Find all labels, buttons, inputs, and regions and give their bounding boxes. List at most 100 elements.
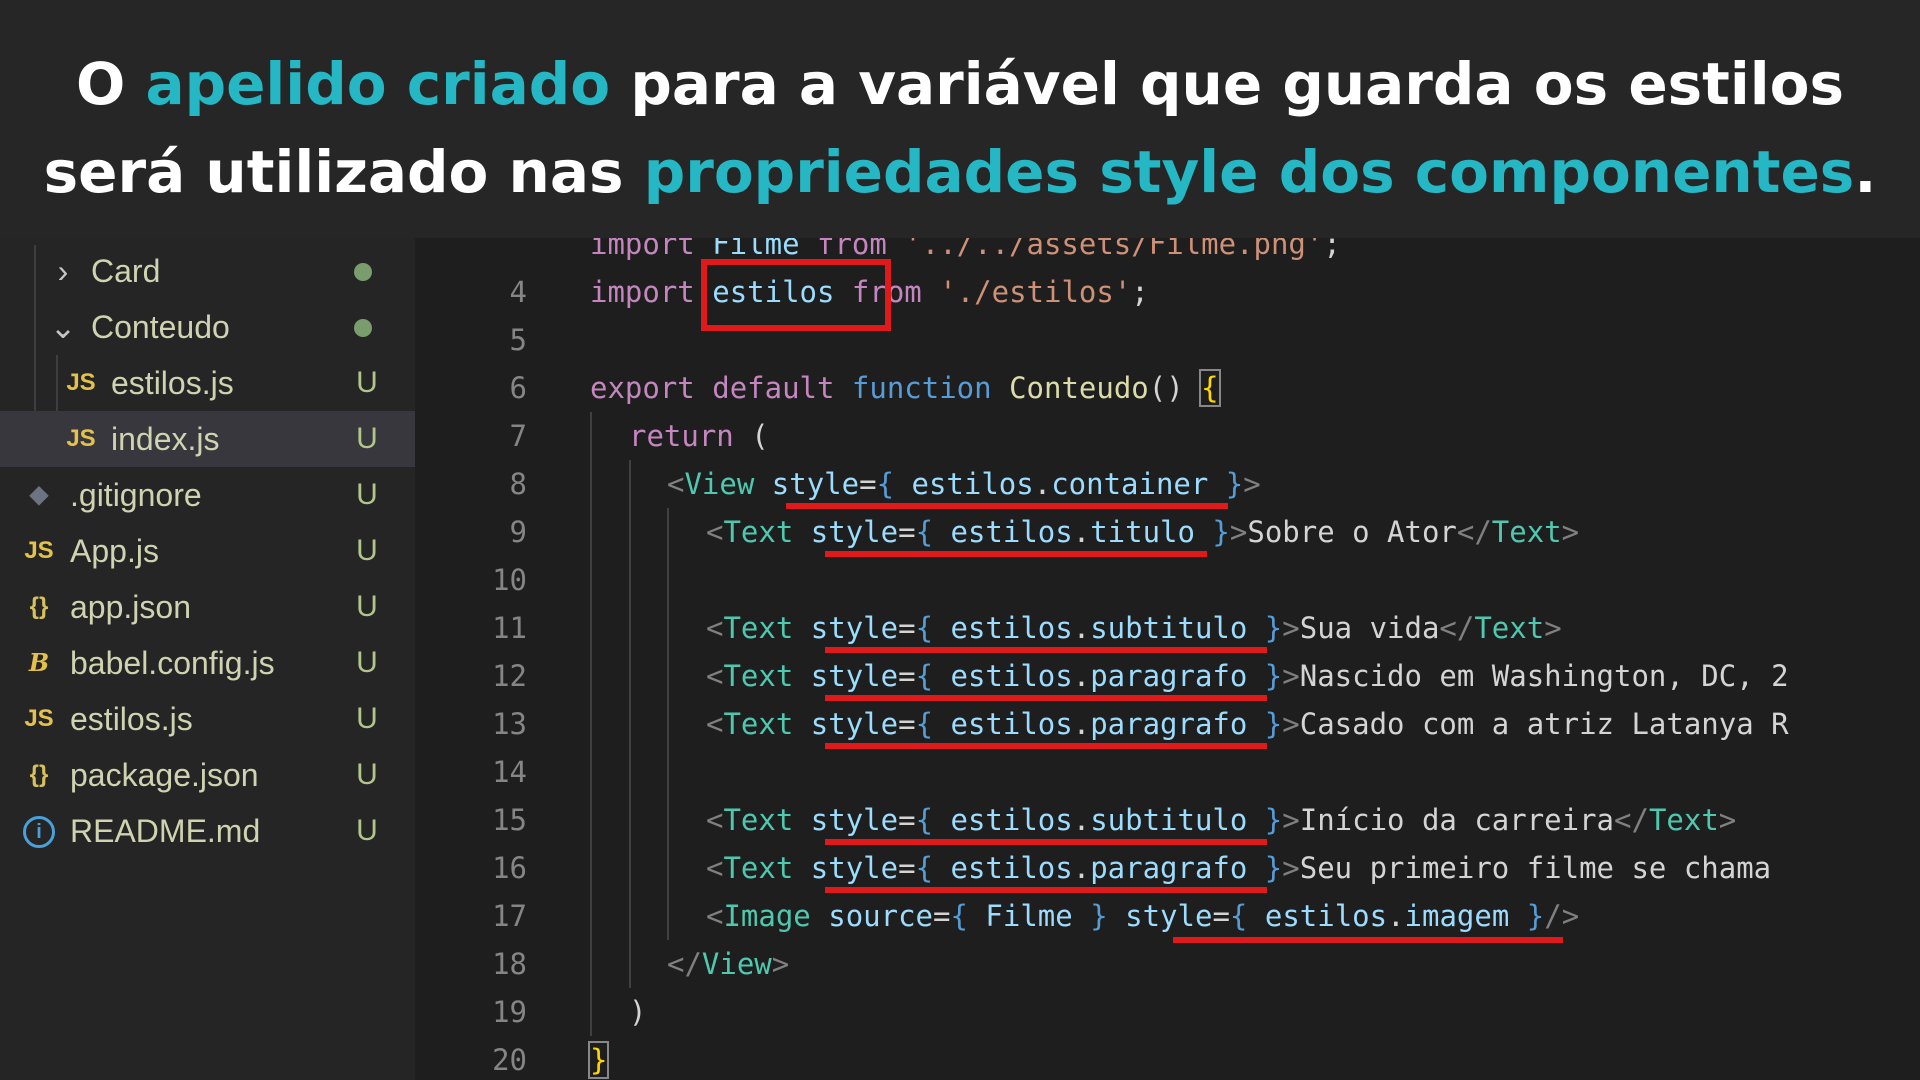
indent-guide — [590, 460, 592, 508]
equals: = — [933, 899, 951, 933]
indent-guide — [590, 700, 592, 748]
brace: { — [915, 611, 934, 645]
annotation-underline — [825, 695, 1267, 701]
explorer-file-babel-config[interactable]: B babel.config.js U — [0, 635, 415, 691]
indent-guide — [590, 748, 592, 796]
info-file-icon: i — [22, 803, 56, 859]
git-status-badge: U — [356, 590, 378, 623]
code-text: export default function Conteudo() { — [590, 364, 1221, 412]
js-file-icon: JS — [66, 425, 96, 452]
identifier-estilos: estilos — [950, 659, 1073, 693]
tag-bracket: > — [771, 947, 790, 981]
explorer-file-estilos-js[interactable]: JS estilos.js U — [0, 355, 415, 411]
attr-name: style — [810, 803, 899, 837]
brace: { — [915, 707, 934, 741]
indent-guide — [667, 604, 669, 652]
explorer-item-label: app.json — [70, 589, 191, 625]
brace: { — [950, 899, 968, 933]
property: subtitulo — [1090, 803, 1248, 837]
chevron-down-icon: ⌄ — [49, 309, 77, 345]
keyword-default: default — [712, 371, 835, 405]
caption-highlight: propriedades style dos componentes — [643, 138, 1855, 206]
tag-name: Text — [1491, 515, 1562, 549]
equals: = — [898, 659, 916, 693]
brace: { — [1229, 899, 1248, 933]
caption-banner: O apelido criado para a variável que gua… — [0, 0, 1920, 238]
explorer-item-label: App.js — [70, 533, 159, 569]
explorer-file-estilos-js-root[interactable]: JS estilos.js U — [0, 691, 415, 747]
jsx-text: Seu primeiro filme se chama — [1299, 851, 1789, 885]
tag-bracket: < — [706, 851, 724, 885]
code-line: 8 return ( — [415, 412, 1920, 501]
tag-bracket: > — [1282, 611, 1300, 645]
keyword-function: function — [851, 371, 992, 405]
property: paragrafo — [1090, 707, 1248, 741]
dot: . — [1072, 803, 1091, 837]
explorer-folder-card[interactable]: › Card — [0, 243, 415, 299]
caption-line-2: será utilizado nas propriedades style do… — [0, 128, 1920, 216]
explorer-folder-conteudo[interactable]: ⌄ Conteudo — [0, 299, 415, 355]
attr-name: style — [810, 707, 899, 741]
caption-highlight: apelido criado — [145, 50, 611, 118]
dot: . — [1033, 467, 1052, 501]
dot: . — [1072, 515, 1091, 549]
indent-guide — [590, 796, 592, 844]
indent-guide — [629, 460, 631, 508]
tag-bracket: > — [1544, 611, 1562, 645]
indent-guide — [590, 940, 592, 988]
indent-guide — [629, 604, 631, 652]
equals: = — [1212, 899, 1230, 933]
punctuation: ) — [629, 995, 647, 1029]
indent-guide — [590, 556, 592, 604]
brace: } — [1526, 899, 1545, 933]
tag-name: View — [684, 467, 755, 501]
dot: . — [1072, 659, 1091, 693]
explorer-file-package-json[interactable]: {} package.json U — [0, 747, 415, 803]
tag-name: Text — [723, 515, 794, 549]
explorer-item-label: estilos.js — [70, 701, 193, 737]
brace: } — [1225, 467, 1244, 501]
indent-guide — [629, 844, 631, 892]
git-status-badge: U — [356, 534, 378, 567]
code-text: } — [587, 1036, 610, 1080]
brace: } — [1264, 611, 1283, 645]
explorer-file-readme[interactable]: i README.md U — [0, 803, 415, 859]
tag-name: Text — [1648, 803, 1719, 837]
explorer-file-app-js[interactable]: JS App.js U — [0, 523, 415, 579]
identifier-estilos: estilos — [950, 707, 1073, 741]
tag-name: Text — [723, 659, 794, 693]
git-status-badge: U — [356, 422, 378, 455]
tag-bracket: > — [1282, 659, 1300, 693]
tag-bracket: < — [706, 803, 724, 837]
tag-bracket: < — [706, 515, 724, 549]
annotation-underline — [786, 503, 1228, 509]
annotation-underline — [825, 887, 1267, 893]
equals: = — [898, 515, 916, 549]
brace: } — [1264, 707, 1283, 741]
git-status-badge: U — [356, 758, 378, 791]
identifier-estilos: estilos — [1264, 899, 1388, 933]
attr-name: style — [810, 611, 899, 645]
code-text: <Text style={ estilos.paragrafo }>Seu pr… — [706, 844, 1789, 892]
dot: . — [1387, 899, 1405, 933]
code-text: return ( — [629, 412, 769, 460]
explorer-file-index-js[interactable]: JS index.js U — [0, 411, 415, 467]
babel-file-icon: B — [28, 648, 50, 677]
code-text: <Text style={ estilos.subtitulo }>Início… — [706, 796, 1736, 844]
indent-guide — [590, 412, 592, 460]
tag-name: Text — [723, 803, 794, 837]
explorer-file-gitignore[interactable]: ◆ .gitignore U — [0, 467, 415, 523]
tag-name: Text — [723, 611, 794, 645]
dot: . — [1072, 851, 1091, 885]
annotation-underline — [825, 839, 1267, 845]
explorer-file-app-json[interactable]: {} app.json U — [0, 579, 415, 635]
indent-guide — [667, 508, 669, 556]
modified-dot-icon — [354, 319, 372, 337]
